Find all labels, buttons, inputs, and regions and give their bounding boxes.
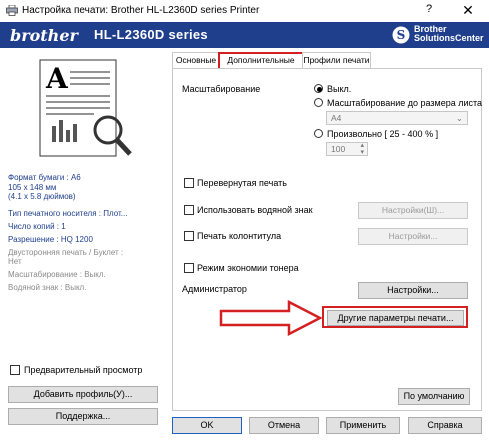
reverse-print-checkbox[interactable] xyxy=(184,178,194,188)
scaling-off-radio[interactable] xyxy=(314,84,323,93)
summary-media-type: Тип печатного носителя : Плот... xyxy=(8,209,128,218)
scaling-label: Масштабирование xyxy=(182,84,261,94)
watermark-settings-button[interactable]: Настройки(Ш)... xyxy=(358,202,468,219)
percent-value: 100 xyxy=(331,144,346,154)
scaling-fit-label: Масштабирование до размера листа xyxy=(327,98,483,108)
ok-button[interactable]: OK xyxy=(172,417,242,434)
printer-model: HL-L2360D series xyxy=(94,27,208,42)
preview-checkbox[interactable] xyxy=(10,365,20,375)
close-button[interactable]: ✕ xyxy=(458,2,478,20)
header-footer-settings-button[interactable]: Настройки... xyxy=(358,228,468,245)
summary-watermark: Водяной знак : Выкл. xyxy=(8,283,87,292)
summary-dims-mm: 105 x 148 мм xyxy=(8,183,57,192)
window-title: Настройка печати: Brother HL-L2360D seri… xyxy=(22,5,260,16)
summary-paper-size: Формат бумаги : A6 xyxy=(8,173,81,182)
percent-stepper[interactable]: 100 ▴ ▾ xyxy=(326,142,368,156)
solutions-center-icon[interactable]: S xyxy=(392,26,410,44)
summary-scaling: Масштабирование : Выкл. xyxy=(8,270,106,279)
admin-label: Администратор xyxy=(182,284,247,294)
scaling-fit-radio[interactable] xyxy=(314,98,323,107)
summary-duplex: Двусторонняя печать / Буклет : xyxy=(8,248,124,257)
add-profile-button[interactable]: Добавить профиль(У)... xyxy=(8,386,158,403)
svg-text:S: S xyxy=(397,28,406,42)
header-footer-label: Печать колонтитула xyxy=(197,231,282,241)
preview-letter: A xyxy=(45,62,69,95)
other-print-params-button[interactable]: Другие параметры печати... xyxy=(327,310,464,326)
paper-size-value: A4 xyxy=(331,113,342,123)
solutions-center-link[interactable]: Brother SolutionsCenter xyxy=(414,25,484,43)
toner-save-label: Режим экономии тонера xyxy=(197,263,299,273)
admin-settings-button[interactable]: Настройки... xyxy=(358,282,468,299)
scaling-free-radio[interactable] xyxy=(314,129,323,138)
support-button[interactable]: Поддержка... xyxy=(8,408,158,425)
help-title-button[interactable]: ? xyxy=(420,3,438,19)
help-button[interactable]: Справка xyxy=(408,417,482,434)
scaling-free-label: Произвольно [ 25 - 400 % ] xyxy=(327,129,439,139)
toner-save-checkbox[interactable] xyxy=(184,263,194,273)
summary-duplex-value: Нет xyxy=(8,257,22,266)
tab-bar: Основные Дополнительные Профили печати xyxy=(172,52,489,72)
stepper-arrows-icon[interactable]: ▴ ▾ xyxy=(360,142,364,156)
summary-dims-in: (4.1 x 5.8 дюймов) xyxy=(8,192,76,201)
reverse-print-label: Перевернутая печать xyxy=(197,178,287,188)
apply-button[interactable]: Применить xyxy=(326,417,400,434)
printer-icon xyxy=(6,5,18,16)
red-arrow-annotation xyxy=(219,300,323,336)
preview-checkbox-label: Предварительный просмотр xyxy=(24,365,143,375)
summary-copies: Число копий : 1 xyxy=(8,222,66,231)
title-bar: Настройка печати: Brother HL-L2360D seri… xyxy=(0,0,489,22)
page-preview-image: A xyxy=(39,59,132,157)
summary-resolution: Разрешение : HQ 1200 xyxy=(8,235,93,244)
header-footer-checkbox[interactable] xyxy=(184,231,194,241)
watermark-checkbox[interactable] xyxy=(184,205,194,215)
brother-logo: brother xyxy=(10,26,78,45)
chevron-down-icon: ⌄ xyxy=(455,113,463,123)
default-button[interactable]: По умолчанию xyxy=(398,388,470,405)
watermark-label: Использовать водяной знак xyxy=(197,205,313,215)
cancel-button[interactable]: Отмена xyxy=(249,417,319,434)
solutions-center-line2: SolutionsCenter xyxy=(414,33,484,43)
scaling-off-label: Выкл. xyxy=(327,84,352,94)
paper-size-select[interactable]: A4 ⌄ xyxy=(326,111,468,125)
brand-header: brother HL-L2360D series S Brother Solut… xyxy=(0,22,489,48)
